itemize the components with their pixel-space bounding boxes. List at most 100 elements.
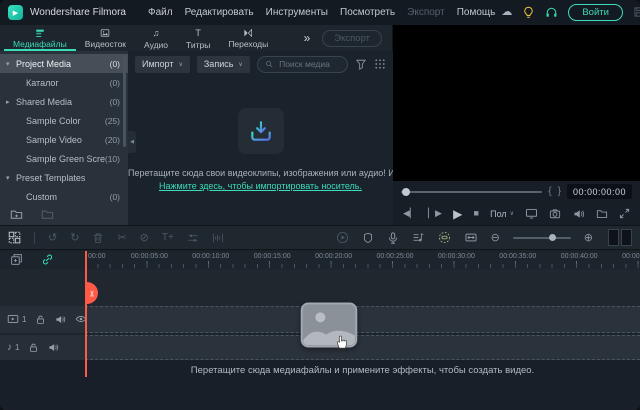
- titles-icon: T: [195, 28, 201, 39]
- mute-icon[interactable]: [55, 311, 66, 329]
- menu-bar: ФайлРедактироватьИнструментыПосмотретьЭк…: [142, 5, 501, 20]
- menu-item[interactable]: Файл: [142, 5, 179, 20]
- sidebar-item[interactable]: ▾Project Media(0): [0, 54, 128, 73]
- headset-icon[interactable]: [545, 6, 558, 19]
- marker-icon[interactable]: [362, 231, 374, 243]
- lock-icon[interactable]: [35, 311, 46, 329]
- timeline-zoom-slider[interactable]: [513, 237, 571, 239]
- audio-track-number: 1: [15, 343, 19, 352]
- timeline-hint-text: Перетащите сюда медиафайлы и примените э…: [85, 365, 640, 376]
- menu-item[interactable]: Экспорт: [401, 5, 451, 20]
- sidebar-footer: [0, 205, 128, 225]
- tree-arrow-icon[interactable]: ▾: [6, 174, 16, 182]
- sidebar-scrollbar[interactable]: [123, 55, 126, 147]
- export-button[interactable]: Экспорт: [322, 30, 382, 47]
- add-text-icon[interactable]: T+: [162, 232, 174, 243]
- tab-transitions[interactable]: Переходы: [219, 25, 277, 51]
- lightbulb-icon[interactable]: [522, 6, 535, 19]
- media-toolbar: Импорт ∨ Запись ∨: [128, 51, 393, 77]
- fit-timeline-icon[interactable]: [608, 229, 632, 246]
- menu-item[interactable]: Посмотреть: [334, 5, 401, 20]
- tree-arrow-icon[interactable]: ▸: [6, 98, 16, 106]
- sidebar-item[interactable]: Sample Video(20): [0, 130, 128, 149]
- video-track-lane[interactable]: [85, 306, 640, 333]
- sidebar-item-label: Каталог: [16, 78, 110, 88]
- voiceover-mic-icon[interactable]: [387, 231, 399, 243]
- audio-track-icon: ♪: [7, 342, 12, 353]
- manage-tracks-icon[interactable]: [10, 251, 23, 269]
- delete-icon[interactable]: [92, 231, 104, 243]
- chevron-down-icon: ∨: [238, 61, 242, 68]
- play-button[interactable]: ▶: [453, 208, 462, 220]
- item-count: (0): [110, 78, 120, 88]
- ruler-label: 00:00:45:00: [622, 253, 640, 260]
- item-count: (25): [105, 116, 120, 126]
- cloud-icon[interactable]: ☁: [501, 7, 512, 18]
- mute-icon[interactable]: [48, 339, 59, 357]
- audio-mixer-icon[interactable]: [412, 231, 425, 244]
- fullscreen-icon[interactable]: [619, 208, 630, 219]
- menu-item[interactable]: Редактировать: [179, 5, 260, 20]
- mark-out-icon[interactable]: }: [558, 187, 561, 197]
- menu-item[interactable]: Инструменты: [260, 5, 334, 20]
- tree-arrow-icon[interactable]: ▾: [6, 60, 16, 68]
- workspace-layout-icon[interactable]: [8, 231, 21, 244]
- menu-item[interactable]: Помощь: [451, 5, 502, 20]
- search-box[interactable]: [257, 56, 348, 73]
- tab-media-files[interactable]: Медиафайлы: [4, 25, 76, 51]
- sidebar-item[interactable]: ▸Shared Media(0): [0, 92, 128, 111]
- render-preview-icon[interactable]: [336, 231, 349, 244]
- adjust-icon[interactable]: [187, 231, 199, 243]
- tab-audio[interactable]: ♫ Аудио: [135, 25, 177, 51]
- mark-in-icon[interactable]: {: [548, 187, 551, 197]
- sidebar-item[interactable]: Custom(0): [0, 187, 128, 206]
- lock-icon[interactable]: [28, 339, 39, 357]
- sidebar-item[interactable]: Sample Green Scre...(10): [0, 149, 128, 168]
- speaker-icon[interactable]: [573, 208, 585, 220]
- seek-bar[interactable]: [401, 191, 542, 193]
- app-logo-icon: ▶: [8, 5, 23, 20]
- redo-icon[interactable]: ↻: [70, 231, 79, 244]
- seek-knob[interactable]: [402, 188, 410, 196]
- silence-detect-icon[interactable]: [212, 231, 224, 243]
- zoom-in-icon[interactable]: ⊕: [584, 231, 593, 244]
- crop-icon[interactable]: ⊘: [140, 231, 149, 244]
- import-button[interactable]: Импорт ∨: [135, 56, 190, 73]
- display-device-icon[interactable]: [525, 207, 538, 220]
- search-input[interactable]: [277, 58, 340, 70]
- import-media-link[interactable]: Нажмите здесь, чтобы импортировать носит…: [128, 181, 393, 191]
- login-button[interactable]: Войти: [568, 4, 623, 21]
- import-media-button[interactable]: [238, 108, 284, 154]
- more-tabs-icon[interactable]: »: [304, 31, 311, 45]
- record-button[interactable]: Запись ∨: [197, 56, 250, 73]
- sidebar-item[interactable]: ▾Preset Templates: [0, 168, 128, 187]
- sidebar-item-label: Shared Media: [16, 97, 110, 107]
- filter-icon[interactable]: [355, 55, 367, 73]
- previous-frame-button[interactable]: ◀▏: [403, 209, 417, 218]
- sidebar-item[interactable]: Sample Color(25): [0, 111, 128, 130]
- new-folder-icon[interactable]: [10, 206, 23, 224]
- media-drop-zone[interactable]: Перетащите сюда свои видеоклипы, изображ…: [128, 77, 393, 225]
- sidebar-item[interactable]: Каталог(0): [0, 73, 128, 92]
- sidebar-item-label: Sample Green Scre...: [16, 154, 105, 164]
- next-frame-button[interactable]: ▏▶: [428, 209, 442, 218]
- playhead[interactable]: [85, 251, 87, 377]
- audio-track-lane[interactable]: [85, 335, 640, 360]
- split-icon[interactable]: ✂: [117, 231, 126, 244]
- view-grid-icon[interactable]: [374, 55, 386, 73]
- quality-dropdown[interactable]: Пол ∨: [490, 209, 514, 219]
- tab-titles[interactable]: T Титры: [177, 25, 219, 51]
- auto-ripple-icon[interactable]: [464, 231, 478, 244]
- delete-folder-icon[interactable]: [41, 206, 54, 224]
- link-clips-icon[interactable]: [41, 251, 54, 269]
- keyframe-icon[interactable]: [438, 231, 451, 244]
- tab-stock-media[interactable]: Видеосток: [76, 25, 135, 51]
- stop-button[interactable]: ■: [473, 209, 478, 218]
- zoom-slider-knob[interactable]: [549, 234, 556, 241]
- snapshot-icon[interactable]: [549, 208, 561, 220]
- save-icon[interactable]: [633, 6, 640, 18]
- project-folder-icon[interactable]: [596, 208, 608, 220]
- video-track-number: 1: [22, 315, 26, 324]
- undo-icon[interactable]: ↺: [48, 231, 57, 244]
- zoom-out-icon[interactable]: ⊖: [491, 231, 500, 244]
